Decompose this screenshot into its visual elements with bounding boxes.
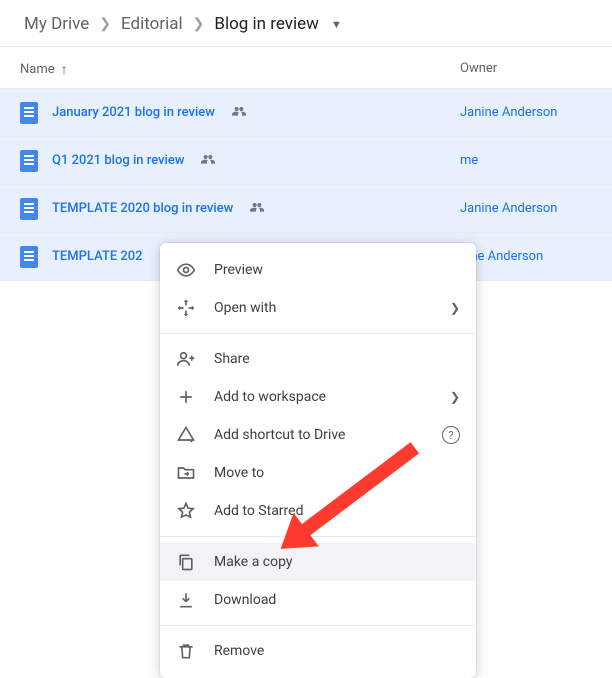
menu-item-add-workspace[interactable]: Add to workspace ❯: [160, 378, 476, 416]
eye-icon: [176, 260, 196, 280]
docs-icon: [20, 246, 38, 268]
docs-icon: [20, 198, 38, 220]
menu-separator: [160, 536, 476, 537]
menu-label: Preview: [214, 262, 460, 278]
file-owner: Janine Anderson: [460, 201, 592, 216]
open-with-icon: [176, 298, 196, 318]
chevron-right-icon: ❯: [450, 301, 460, 315]
file-name: Q1 2021 blog in review: [52, 153, 184, 168]
menu-label: Move to: [214, 465, 460, 481]
chevron-right-icon: ❯: [450, 390, 460, 404]
shared-icon: [231, 103, 247, 123]
menu-label: Download: [214, 592, 460, 608]
file-name: January 2021 blog in review: [52, 105, 215, 120]
file-owner: nine Anderson: [460, 249, 592, 264]
plus-icon: [176, 387, 196, 407]
copy-icon: [176, 552, 196, 572]
menu-item-download[interactable]: Download: [160, 581, 476, 619]
menu-item-add-starred[interactable]: Add to Starred: [160, 492, 476, 530]
menu-separator: [160, 625, 476, 626]
docs-icon: [20, 150, 38, 172]
docs-icon: [20, 102, 38, 124]
table-row[interactable]: TEMPLATE 2020 blog in review Janine Ande…: [0, 185, 612, 233]
trash-icon: [176, 641, 196, 661]
file-name: TEMPLATE 2020 blog in review: [52, 201, 233, 216]
breadcrumb: My Drive ❯ Editorial ❯ Blog in review ▼: [0, 0, 612, 47]
shared-icon: [249, 199, 265, 219]
menu-item-share[interactable]: Share: [160, 340, 476, 378]
menu-item-move-to[interactable]: Move to: [160, 454, 476, 492]
star-icon: [176, 501, 196, 521]
breadcrumb-item-current[interactable]: Blog in review: [210, 12, 323, 36]
menu-label: Remove: [214, 643, 460, 659]
menu-label: Make a copy: [214, 554, 460, 570]
menu-item-add-shortcut[interactable]: Add shortcut to Drive ?: [160, 416, 476, 454]
context-menu: Preview Open with ❯ Share Add to workspa…: [160, 243, 476, 678]
menu-label: Add to workspace: [214, 389, 432, 405]
person-add-icon: [176, 349, 196, 369]
menu-label: Add shortcut to Drive: [214, 427, 424, 443]
dropdown-icon[interactable]: ▼: [331, 18, 342, 31]
menu-label: Add to Starred: [214, 503, 460, 519]
menu-separator: [160, 333, 476, 334]
sort-ascending-icon: ↑: [61, 61, 68, 78]
menu-label: Open with: [214, 300, 432, 316]
shared-icon: [200, 151, 216, 171]
table-row[interactable]: Q1 2021 blog in review me: [0, 137, 612, 185]
drive-shortcut-icon: [176, 425, 196, 445]
column-header-owner[interactable]: Owner: [460, 61, 592, 78]
folder-move-icon: [176, 463, 196, 483]
file-name: TEMPLATE 202: [52, 249, 143, 264]
chevron-right-icon: ❯: [99, 16, 111, 32]
table-header: Name ↑ Owner: [0, 47, 612, 89]
breadcrumb-item[interactable]: Editorial: [117, 12, 187, 36]
menu-item-preview[interactable]: Preview: [160, 251, 476, 289]
menu-item-open-with[interactable]: Open with ❯: [160, 289, 476, 327]
column-header-name[interactable]: Name ↑: [20, 61, 460, 78]
chevron-right-icon: ❯: [193, 16, 205, 32]
column-label: Name: [20, 62, 55, 77]
menu-item-make-copy[interactable]: Make a copy: [160, 543, 476, 581]
download-icon: [176, 590, 196, 610]
file-owner: me: [460, 153, 592, 168]
table-row[interactable]: January 2021 blog in review Janine Ander…: [0, 89, 612, 137]
help-icon[interactable]: ?: [442, 426, 460, 444]
breadcrumb-item[interactable]: My Drive: [20, 12, 93, 36]
file-owner: Janine Anderson: [460, 105, 592, 120]
menu-item-remove[interactable]: Remove: [160, 632, 476, 670]
menu-label: Share: [214, 351, 460, 367]
